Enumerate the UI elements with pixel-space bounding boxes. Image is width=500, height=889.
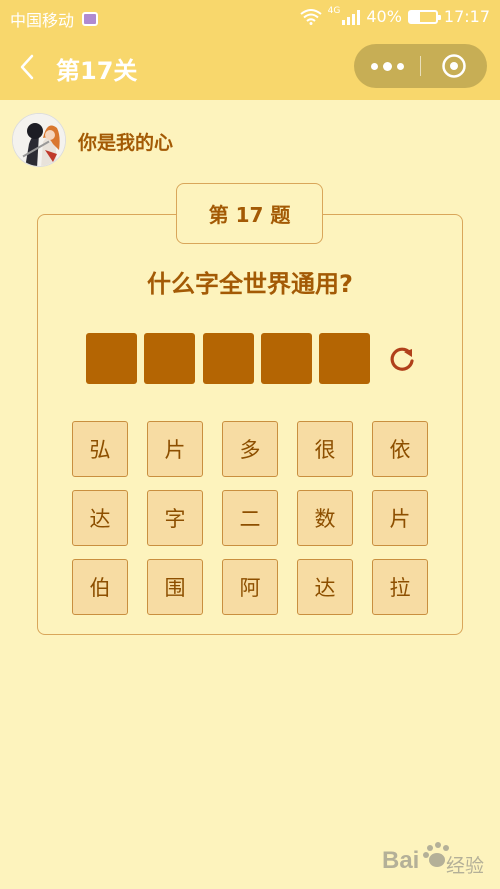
svg-text:经验: 经验 <box>446 855 484 877</box>
more-menu-button[interactable] <box>354 44 420 88</box>
answer-slot[interactable] <box>261 333 312 384</box>
page-title: 第17关 <box>56 57 138 85</box>
char-tile[interactable]: 依 <box>372 421 428 477</box>
char-tile[interactable]: 二 <box>222 490 278 546</box>
dot-icon <box>396 62 404 70</box>
reset-button[interactable] <box>387 344 417 374</box>
watermark-logo: Bai 经验 <box>382 838 492 880</box>
battery-icon <box>407 9 441 24</box>
refresh-icon <box>390 347 414 371</box>
chevron-left-icon <box>20 54 34 80</box>
battery-fill <box>409 11 421 22</box>
char-tile[interactable]: 达 <box>297 559 353 615</box>
back-button[interactable] <box>14 52 42 82</box>
char-tile[interactable]: 弘 <box>72 421 128 477</box>
char-tile[interactable]: 阿 <box>222 559 278 615</box>
dot-icon <box>382 61 392 71</box>
battery-percent: 40% <box>366 7 402 26</box>
wifi-icon <box>300 8 322 25</box>
char-tile[interactable]: 字 <box>147 490 203 546</box>
clock: 17:17 <box>443 7 490 26</box>
answer-slot[interactable] <box>144 333 195 384</box>
avatar[interactable] <box>12 113 66 167</box>
char-tile[interactable]: 达 <box>72 490 128 546</box>
char-tile[interactable]: 数 <box>297 490 353 546</box>
answer-slot[interactable] <box>203 333 254 384</box>
svg-text:Bai: Bai <box>382 847 419 874</box>
signal-icon <box>342 9 361 25</box>
answer-slot[interactable] <box>319 333 370 384</box>
level-label: 第 17 题 <box>176 183 323 244</box>
char-tile[interactable]: 多 <box>222 421 278 477</box>
char-tile[interactable]: 围 <box>147 559 203 615</box>
app-notification-icon <box>82 12 99 26</box>
question-text: 什么字全世界通用? <box>147 270 353 298</box>
answer-slot[interactable] <box>86 333 137 384</box>
target-circle-icon <box>442 54 466 78</box>
avatar-image <box>13 114 65 166</box>
status-bar: 中国移动 4G 40% 17:17 <box>0 0 500 34</box>
network-type: 4G <box>327 5 341 16</box>
carrier-name: 中国移动 <box>10 11 75 30</box>
dot-icon <box>370 62 378 70</box>
nav-header: 第17关 <box>0 34 500 100</box>
char-tile[interactable]: 伯 <box>72 559 128 615</box>
char-tile[interactable]: 片 <box>147 421 203 477</box>
char-tile[interactable]: 很 <box>297 421 353 477</box>
char-tile[interactable]: 拉 <box>372 559 428 615</box>
char-tile[interactable]: 片 <box>372 490 428 546</box>
miniprogram-capsule <box>354 44 487 88</box>
username: 你是我的心 <box>78 132 174 154</box>
close-miniprogram-button[interactable] <box>421 44 487 88</box>
